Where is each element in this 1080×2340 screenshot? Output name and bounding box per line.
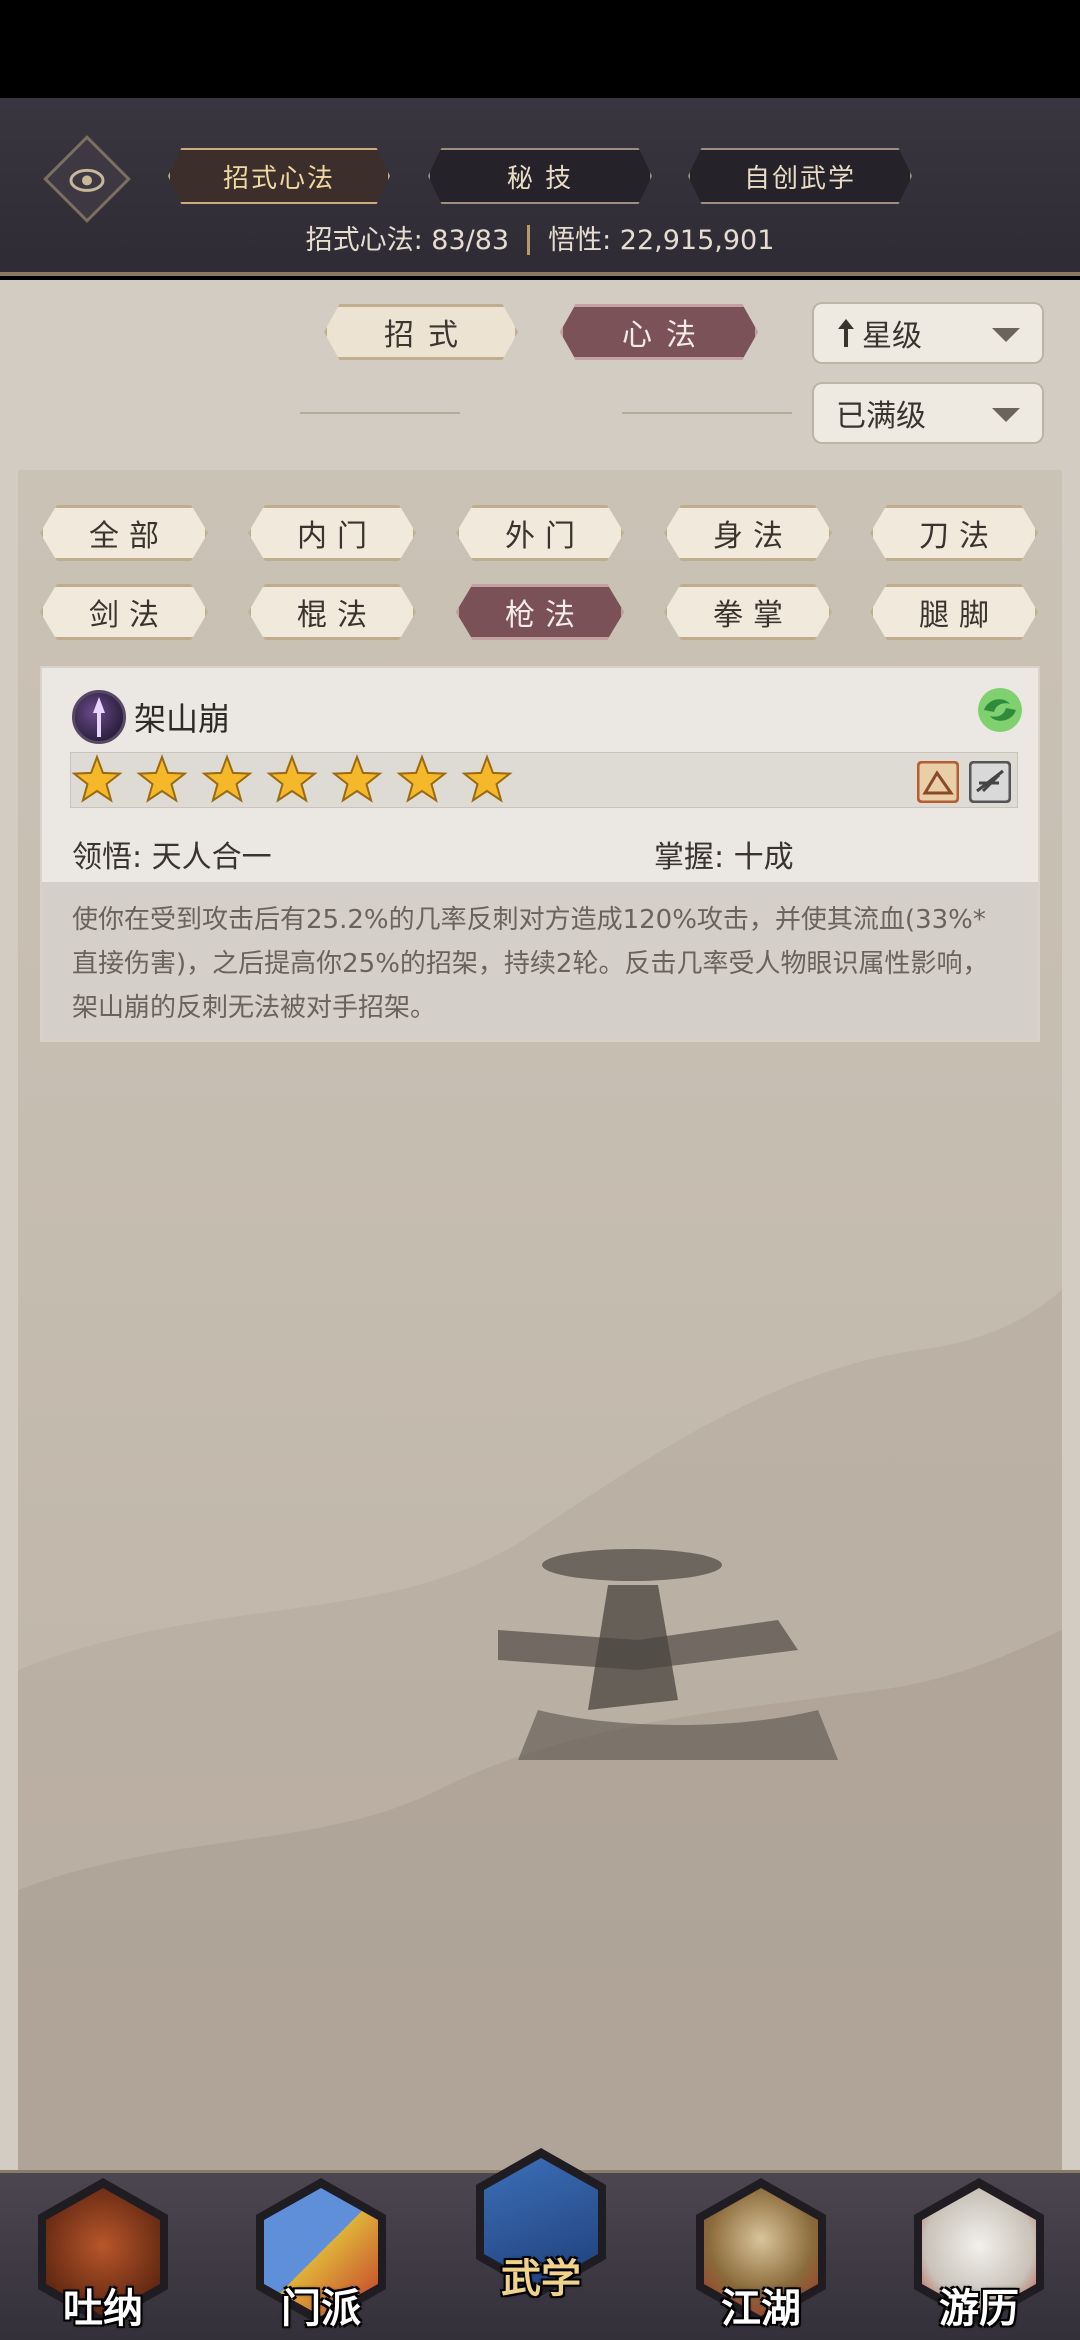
insight-text: 悟性: 22,915,901 (548, 225, 775, 256)
star-icon (266, 754, 318, 803)
filter-sword[interactable]: 剑法 (40, 584, 208, 640)
chevron-down-icon (992, 408, 1020, 422)
status-bar (0, 0, 1080, 98)
star-icon (201, 754, 253, 803)
nav-breathing[interactable]: 吐纳 (28, 2170, 178, 2340)
swirl-icon[interactable] (974, 684, 1026, 736)
star-icon (136, 754, 188, 803)
sort-order-dropdown[interactable]: 星级 (812, 302, 1044, 364)
skill-count-text: 招式心法: 83/83 (305, 225, 510, 256)
nav-sect[interactable]: 门派 (246, 2170, 396, 2340)
star-icon (396, 754, 448, 803)
filter-all[interactable]: 全部 (40, 505, 208, 561)
tab-secret-skills[interactable]: 秘 技 (428, 148, 652, 204)
nav-jianghu[interactable]: 江湖 (686, 2170, 836, 2340)
filter-fist[interactable]: 拳掌 (664, 584, 832, 640)
tab-moves[interactable]: 招式 (324, 304, 518, 360)
divider-right (622, 412, 792, 414)
summary-separator (527, 225, 531, 255)
tab-inner-methods[interactable]: 心法 (560, 304, 758, 360)
filter-legs[interactable]: 腿脚 (870, 584, 1038, 640)
star-icon (461, 754, 513, 803)
spear-skill-icon (72, 690, 126, 744)
filter-inner-school[interactable]: 内门 (248, 505, 416, 561)
eye-icon (69, 168, 105, 192)
nav-martial-arts[interactable]: 武学 (466, 2140, 616, 2310)
star-icon (331, 754, 383, 803)
skill-name: 架山崩 (134, 700, 231, 738)
chevron-down-icon (992, 328, 1020, 342)
tab-moves-methods[interactable]: 招式心法 (168, 148, 390, 204)
mountain-tag-icon[interactable] (917, 761, 959, 803)
star-rating (70, 752, 1018, 808)
skill-card[interactable]: 架山崩 领悟: 天人合一 掌握: 十成 使你在受到攻击后有25.2%的几率反刺对… (40, 666, 1040, 1042)
nav-travel[interactable]: 游历 (904, 2170, 1054, 2340)
filter-staff[interactable]: 棍法 (248, 584, 416, 640)
divider-left (300, 412, 460, 414)
summary-line: 招式心法: 83/83 悟性: 22,915,901 (0, 218, 1080, 257)
filter-spear[interactable]: 枪法 (456, 584, 624, 640)
skill-description: 使你在受到攻击后有25.2%的几率反刺对方造成120%攻击，并使其流血(33%*… (42, 882, 1038, 1040)
star-icon (71, 754, 123, 803)
filter-movement[interactable]: 身法 (664, 505, 832, 561)
level-filter-dropdown[interactable]: 已满级 (812, 382, 1044, 444)
mastery-text: 掌握: 十成 (654, 840, 794, 875)
filter-outer-school[interactable]: 外门 (456, 505, 624, 561)
scroll-tag-icon[interactable] (969, 761, 1011, 803)
arrow-up-icon (838, 319, 854, 347)
filter-blade[interactable]: 刀法 (870, 505, 1038, 561)
comprehension-text: 领悟: 天人合一 (72, 840, 272, 875)
tab-custom-martial-arts[interactable]: 自创武学 (688, 148, 912, 204)
